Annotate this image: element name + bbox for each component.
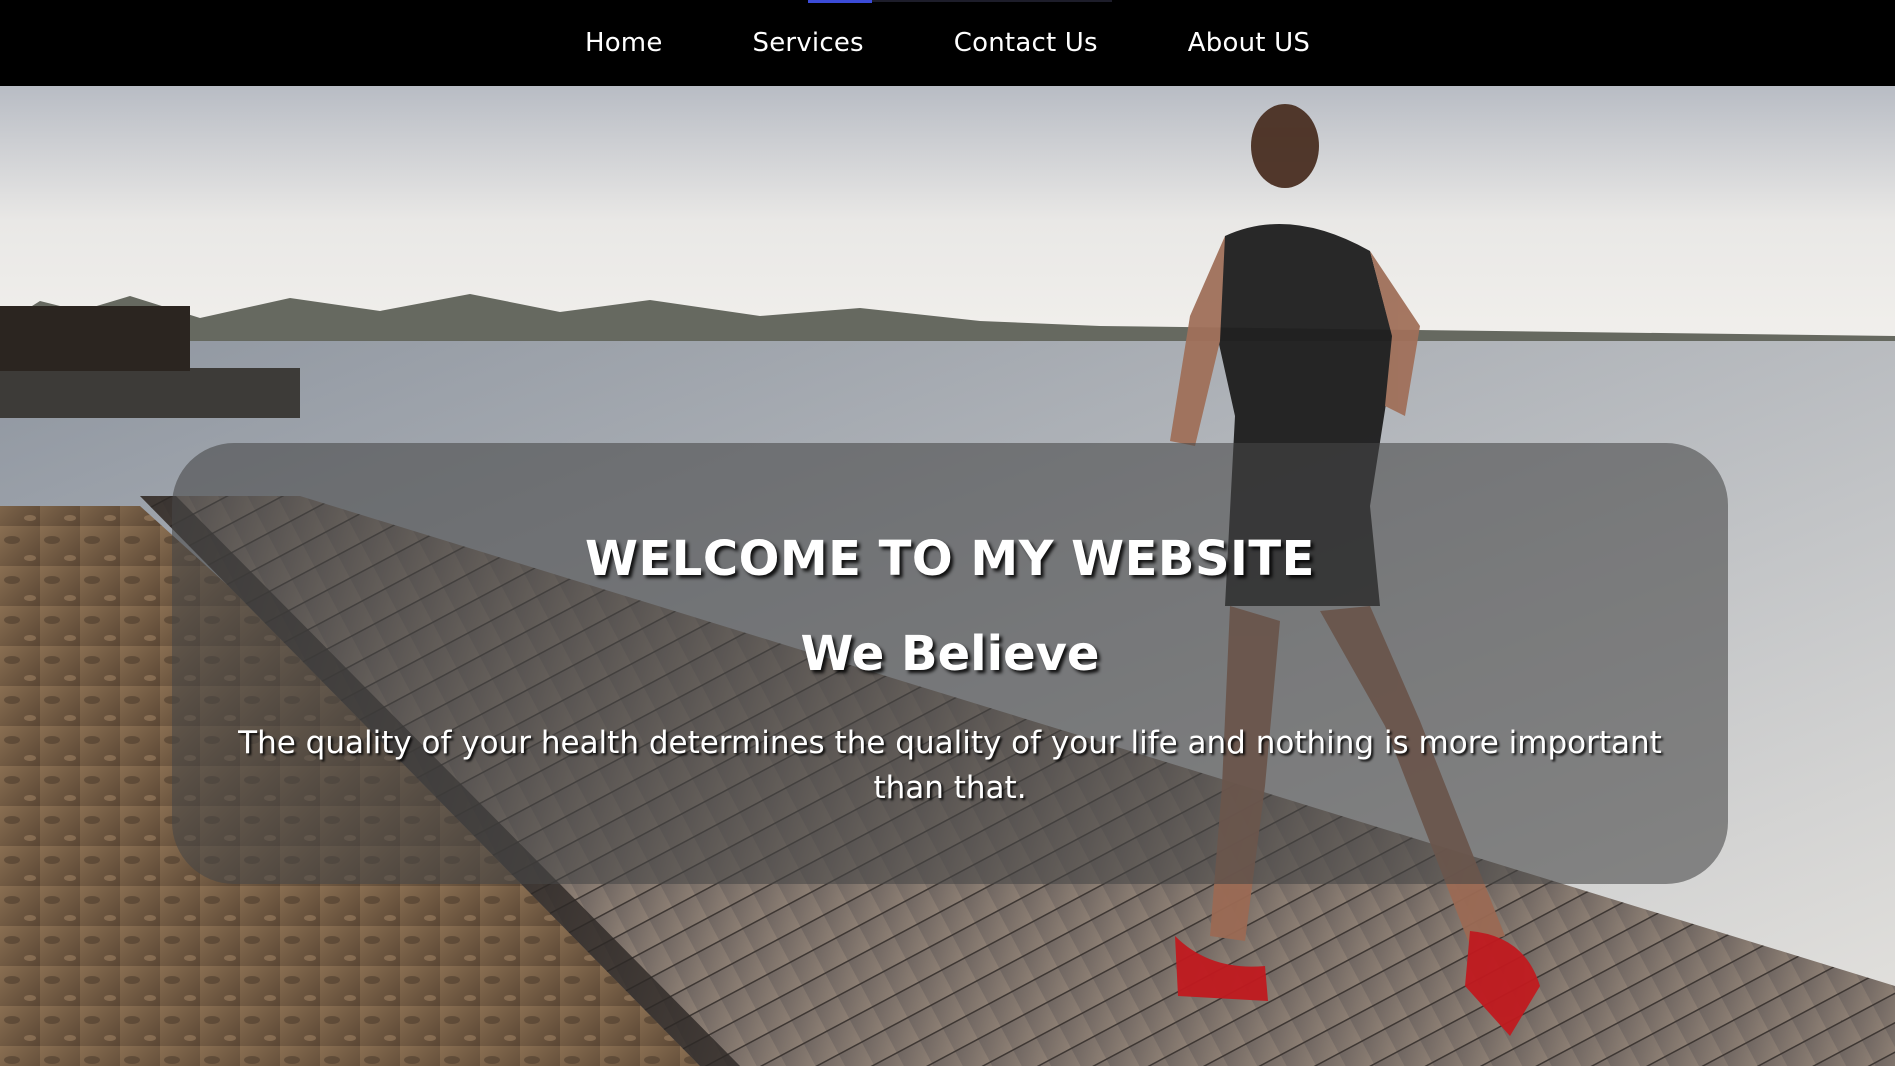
hero-section: WELCOME TO MY WEBSITE We Believe The qua…	[0, 86, 1895, 1066]
nav-item-services: Services	[753, 28, 864, 58]
nav-link-contact-us[interactable]: Contact Us	[954, 28, 1098, 58]
nav-list: Home Services Contact Us About US	[0, 0, 1895, 86]
welcome-subtitle: We Believe	[800, 626, 1100, 682]
nav-link-home[interactable]: Home	[585, 28, 663, 58]
nav-item-home: Home	[585, 28, 663, 58]
welcome-title: WELCOME TO MY WEBSITE	[585, 531, 1315, 587]
welcome-description: The quality of your health determines th…	[238, 725, 1662, 806]
nav-item-contact: Contact Us	[954, 28, 1098, 58]
welcome-card: WELCOME TO MY WEBSITE We Believe The qua…	[172, 443, 1728, 884]
nav-link-services[interactable]: Services	[753, 28, 864, 58]
nav-item-about: About US	[1188, 28, 1310, 58]
navbar: Home Services Contact Us About US	[0, 0, 1895, 86]
nav-link-about-us[interactable]: About US	[1188, 28, 1310, 58]
